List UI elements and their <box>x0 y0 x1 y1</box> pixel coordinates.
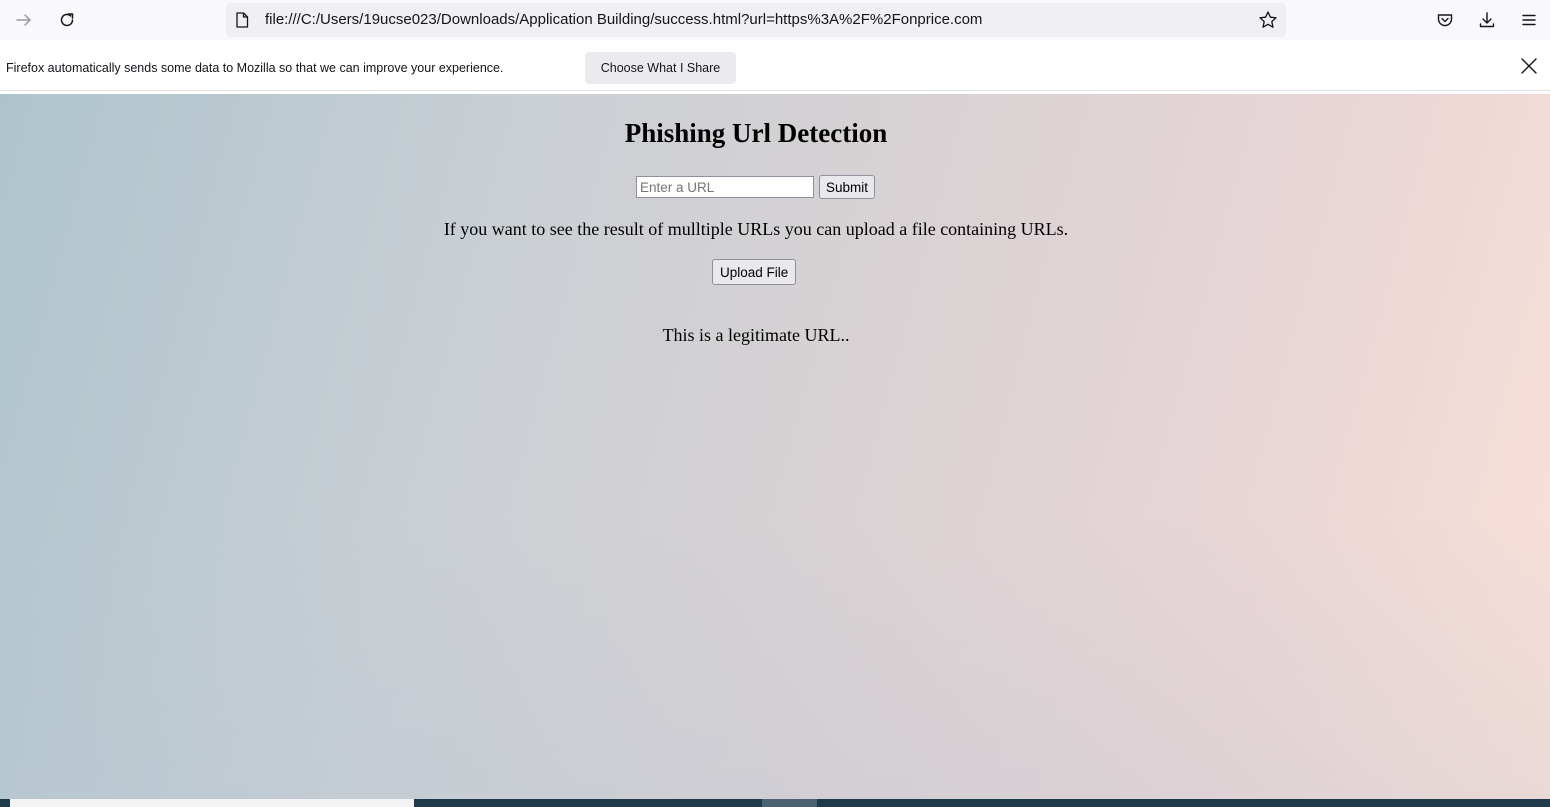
browser-toolbar: file:///C:/Users/19ucse023/Downloads/App… <box>0 0 1550 40</box>
taskbar-active-app[interactable] <box>762 799 817 807</box>
forward-button[interactable] <box>8 4 40 36</box>
notification-message: Firefox automatically sends some data to… <box>6 61 504 75</box>
url-form: Submit <box>636 174 876 200</box>
page-icon <box>236 12 249 28</box>
url-input[interactable] <box>636 176 814 198</box>
submit-button[interactable]: Submit <box>819 175 876 199</box>
page-title: Phishing Url Detection <box>624 118 888 148</box>
result-message: This is a legitimate URL.. <box>662 325 850 345</box>
page-content: Phishing Url Detection Submit If you wan… <box>0 94 1550 800</box>
address-bar-url[interactable]: file:///C:/Users/19ucse023/Downloads/App… <box>265 11 982 28</box>
close-icon[interactable] <box>1519 56 1539 76</box>
pocket-button[interactable] <box>1429 4 1461 36</box>
taskbar-search-box[interactable] <box>10 799 414 807</box>
upload-file-button[interactable]: Upload File <box>712 259 797 285</box>
upload-info-text: If you want to see the result of mulltip… <box>443 219 1069 239</box>
app-menu-button[interactable] <box>1513 4 1545 36</box>
address-bar[interactable]: file:///C:/Users/19ucse023/Downloads/App… <box>226 3 1286 37</box>
arrow-right-icon <box>16 14 31 26</box>
star-icon[interactable] <box>1258 10 1278 30</box>
downloads-button[interactable] <box>1471 4 1503 36</box>
reload-icon <box>60 13 74 27</box>
os-taskbar <box>0 799 1550 807</box>
reload-button[interactable] <box>51 4 83 36</box>
pocket-icon <box>1437 14 1453 27</box>
data-collection-notification: Firefox automatically sends some data to… <box>0 48 1550 91</box>
choose-what-i-share-button[interactable]: Choose What I Share <box>585 52 736 84</box>
hamburger-menu-icon <box>1522 14 1536 26</box>
download-icon <box>1479 12 1495 28</box>
